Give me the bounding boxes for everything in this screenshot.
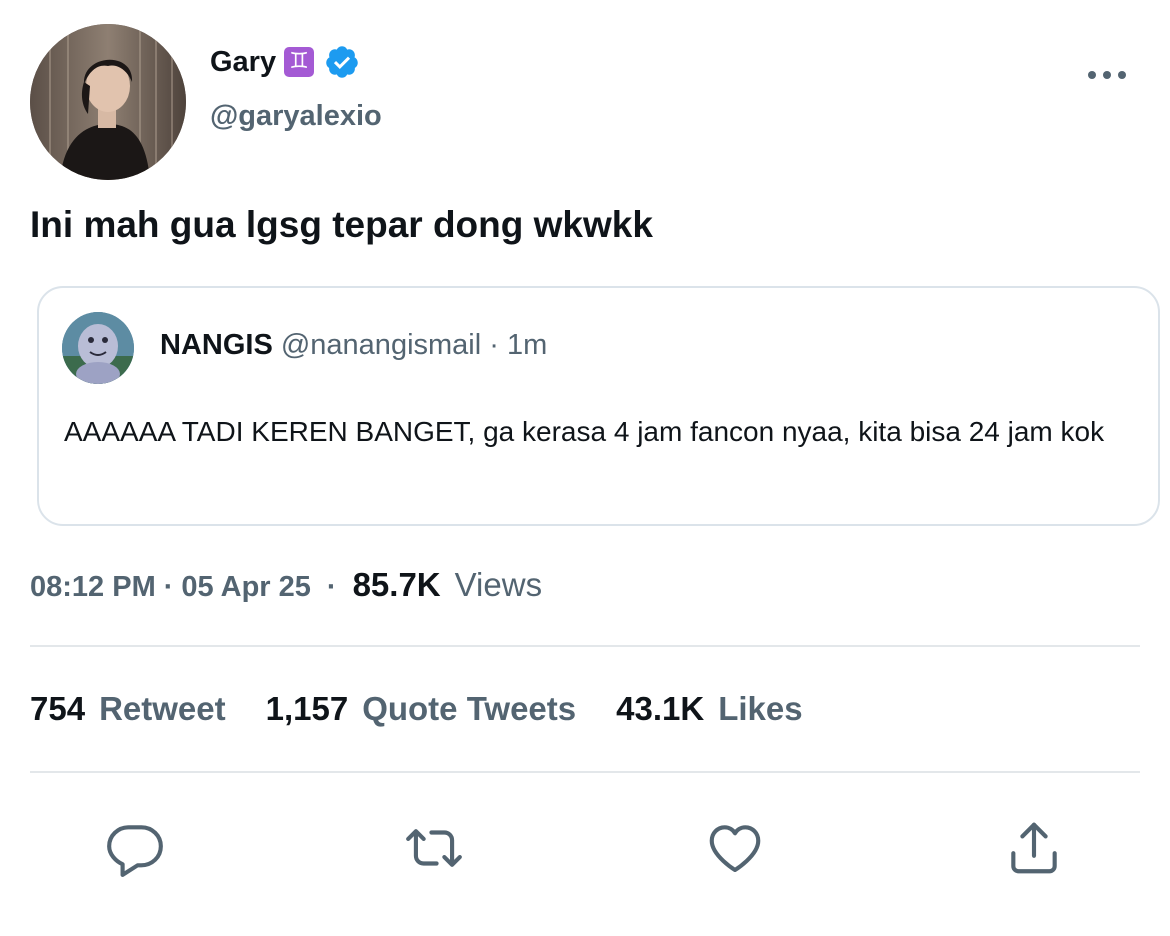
quoted-tweet-card[interactable] xyxy=(37,286,1160,526)
quoted-separator-dot: · xyxy=(489,329,499,361)
quoted-author-avatar-image xyxy=(62,312,134,384)
likes-stat[interactable]: 43.1K Likes xyxy=(616,690,802,728)
tweet-stats: 754 Retweet 1,157 Quote Tweets 43.1K Lik… xyxy=(30,690,843,728)
meta-separator-dot: · xyxy=(163,571,174,603)
divider xyxy=(30,771,1140,773)
quoted-author-name[interactable]: NANGIS xyxy=(160,329,273,361)
quote-tweets-label: Quote Tweets xyxy=(362,690,577,727)
verified-badge-icon xyxy=(326,46,358,78)
views-label: Views xyxy=(454,566,543,603)
more-options-button[interactable] xyxy=(1082,60,1132,90)
tweet-meta: 08:12 PM · 05 Apr 25 · 85.7K Views xyxy=(30,566,542,604)
share-button[interactable] xyxy=(998,812,1070,884)
likes-label: Likes xyxy=(718,690,803,727)
author-name-row: Gary ♊ xyxy=(210,40,360,84)
more-options-icon xyxy=(1088,71,1126,79)
quoted-tweet-time[interactable]: 1m xyxy=(507,329,547,361)
tweet-text: Ini mah gua lgsg tepar dong wkwkk xyxy=(30,204,653,245)
retweets-stat[interactable]: 754 Retweet xyxy=(30,690,226,728)
author-handle[interactable]: @garyalexio xyxy=(210,100,382,133)
author-avatar[interactable] xyxy=(30,24,186,180)
share-icon xyxy=(1011,822,1057,874)
quoted-author-avatar[interactable] xyxy=(62,312,134,384)
likes-count: 43.1K xyxy=(616,690,705,727)
heart-icon xyxy=(709,825,761,873)
meta-separator-dot: · xyxy=(326,571,337,603)
quoted-tweet-text: AAAAAA TADI KEREN BANGET, ga kerasa 4 ja… xyxy=(64,416,1105,447)
quoted-tweet-header: NANGIS @nanangismail · 1m xyxy=(160,329,547,362)
reply-button[interactable] xyxy=(99,812,171,884)
quoted-author-handle[interactable]: @nanangismail xyxy=(281,329,481,361)
like-button[interactable] xyxy=(699,812,771,884)
quote-tweets-stat[interactable]: 1,157 Quote Tweets xyxy=(266,690,577,728)
reply-icon xyxy=(107,825,163,877)
views-count: 85.7K xyxy=(352,566,441,603)
quote-tweets-count: 1,157 xyxy=(265,690,349,727)
gemini-emoji-badge: ♊ xyxy=(284,47,315,77)
author-avatar-image xyxy=(30,24,186,180)
retweets-label: Retweet xyxy=(99,690,226,727)
tweet-date[interactable]: 05 Apr 25 xyxy=(181,571,311,604)
retweet-button[interactable] xyxy=(398,812,470,884)
author-display-name[interactable]: Gary xyxy=(210,46,276,79)
tweet-time[interactable]: 08:12 PM xyxy=(30,571,156,604)
divider xyxy=(30,645,1140,647)
retweets-count: 754 xyxy=(30,690,86,727)
retweet-icon xyxy=(406,829,462,867)
